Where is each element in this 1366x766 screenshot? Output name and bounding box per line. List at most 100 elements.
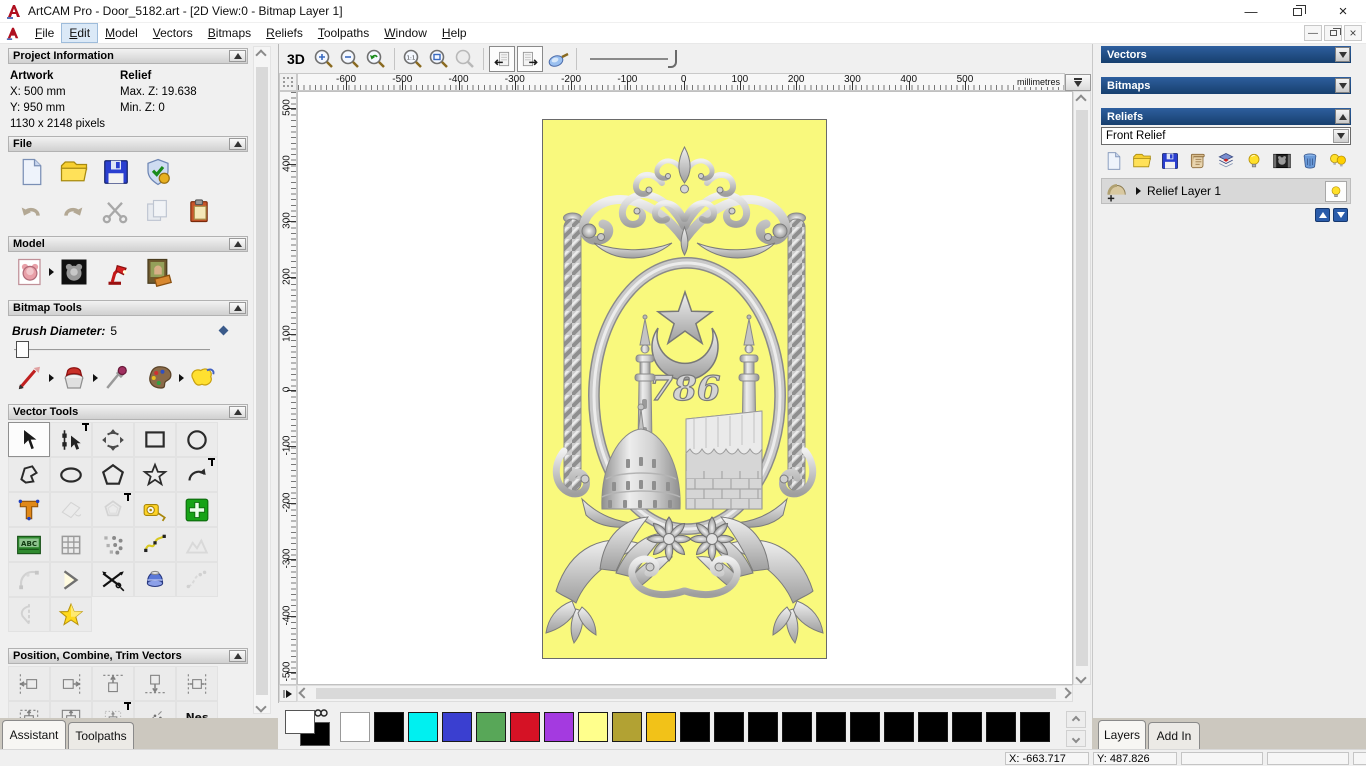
relief-layer-row[interactable]: Relief Layer 1: [1101, 178, 1351, 204]
scroll-up-icon[interactable]: [1075, 94, 1087, 106]
ruler-origin-icon[interactable]: [279, 73, 297, 91]
colour-palette-icon[interactable]: [144, 362, 176, 394]
align-centers-icon[interactable]: [50, 701, 92, 718]
palette-swatch[interactable]: [510, 712, 540, 742]
zoom-1to1-icon[interactable]: 1:1: [400, 46, 426, 72]
expand-section-button[interactable]: [1335, 78, 1350, 93]
delete-layer-icon[interactable]: [1299, 150, 1321, 172]
lighting-icon[interactable]: [100, 256, 132, 288]
link-colours-icon[interactable]: [314, 708, 328, 718]
cut-icon[interactable]: [100, 196, 130, 226]
collapse-section-button[interactable]: [229, 238, 246, 250]
center-in-page-icon[interactable]: [8, 701, 50, 718]
flyout-caret-icon[interactable]: [49, 374, 54, 382]
tab-layers[interactable]: Layers: [1098, 720, 1146, 749]
palette-swatch[interactable]: [918, 712, 948, 742]
palette-swatch[interactable]: [884, 712, 914, 742]
menu-item-edit[interactable]: Edit: [61, 23, 99, 43]
toggle-visibility-icon[interactable]: [1243, 150, 1265, 172]
block-paste-icon[interactable]: [176, 492, 218, 527]
undo-icon[interactable]: [16, 196, 46, 226]
stack-layers-icon[interactable]: [1215, 150, 1237, 172]
tab-toolpaths[interactable]: Toolpaths: [68, 722, 134, 749]
canvas-horizontal-scrollbar[interactable]: [297, 685, 1073, 702]
align-left-icon[interactable]: [8, 666, 50, 701]
vector-doctor-icon[interactable]: [50, 597, 92, 632]
scroll-left-icon[interactable]: [298, 687, 310, 699]
align-bottom-icon[interactable]: [134, 666, 176, 701]
mdi-restore-button[interactable]: [1324, 25, 1342, 41]
menu-item-window[interactable]: Window: [377, 24, 434, 42]
assistant-scrollbar[interactable]: [253, 46, 271, 714]
nest-vectors-icon[interactable]: Nes: [176, 701, 218, 718]
create-polygon-icon[interactable]: [92, 457, 134, 492]
mdi-close-button[interactable]: ×: [1344, 25, 1362, 41]
menu-item-toolpaths[interactable]: Toolpaths: [311, 24, 376, 42]
create-arc-icon[interactable]: [176, 457, 218, 492]
zoom-in-icon[interactable]: [311, 46, 337, 72]
show-all-layers-icon[interactable]: [1327, 150, 1349, 172]
measure-tool-icon[interactable]: [134, 492, 176, 527]
flyout-caret-icon[interactable]: [93, 374, 98, 382]
scroll-up-icon[interactable]: [255, 49, 267, 61]
collapse-section-button[interactable]: [229, 138, 246, 150]
save-model-icon[interactable]: [100, 156, 132, 188]
adjust-model-icon[interactable]: [14, 256, 46, 288]
palette-swatch[interactable]: [748, 712, 778, 742]
palette-swatch[interactable]: [612, 712, 642, 742]
new-model-icon[interactable]: [16, 156, 48, 188]
flyout-pin-icon[interactable]: [124, 493, 132, 502]
vertical-scroll-thumb[interactable]: [1076, 110, 1088, 666]
menu-item-vectors[interactable]: Vectors: [146, 24, 200, 42]
collapse-section-button[interactable]: [229, 650, 246, 662]
create-star-icon[interactable]: [134, 457, 176, 492]
wrap-text-icon[interactable]: ABC: [8, 527, 50, 562]
scroll-right-icon[interactable]: [1060, 687, 1072, 699]
model-properties-icon[interactable]: [142, 156, 174, 188]
zoom-out-icon[interactable]: [337, 46, 363, 72]
minimize-button[interactable]: —: [1228, 0, 1274, 23]
mdi-minimize-button[interactable]: —: [1304, 25, 1322, 41]
restore-button[interactable]: [1274, 0, 1320, 23]
ruler-toggle-icon[interactable]: [279, 685, 297, 702]
palette-swatch[interactable]: [816, 712, 846, 742]
palette-swatch[interactable]: [374, 712, 404, 742]
scroll-down-icon[interactable]: [1075, 672, 1087, 684]
offset-vector-icon[interactable]: [92, 492, 134, 527]
zoom-previous-icon[interactable]: [363, 46, 389, 72]
collapse-section-button[interactable]: [229, 406, 246, 418]
fit-polyline-icon[interactable]: [176, 562, 218, 597]
expand-section-button[interactable]: [1335, 47, 1350, 62]
invert-model-icon[interactable]: [58, 256, 90, 288]
flyout-pin-icon[interactable]: [208, 458, 216, 467]
collapse-section-button[interactable]: [229, 50, 246, 62]
create-circle-icon[interactable]: [176, 422, 218, 457]
door-relief-artwork[interactable]: 786: [542, 119, 827, 659]
assistant-scrollbar-thumb[interactable]: [256, 67, 268, 695]
tab-assistant[interactable]: Assistant: [2, 720, 66, 749]
prev-layer-icon[interactable]: [488, 46, 515, 72]
palette-swatch[interactable]: [850, 712, 880, 742]
center-horizontal-icon[interactable]: [176, 666, 218, 701]
paint-brush-icon[interactable]: [14, 362, 46, 394]
load-image-icon[interactable]: [142, 256, 174, 288]
new-relief-layer-icon[interactable]: [1103, 150, 1125, 172]
select-vectors-icon[interactable]: [8, 422, 50, 457]
flyout-pin-icon[interactable]: [124, 702, 132, 711]
smooth-vectors-icon[interactable]: [176, 527, 218, 562]
flyout-caret-icon[interactable]: [49, 268, 54, 276]
collapse-section-button[interactable]: [229, 302, 246, 314]
palette-swatch[interactable]: [714, 712, 744, 742]
palette-swatch[interactable]: [340, 712, 370, 742]
zoom-slider-handle[interactable]: [667, 50, 677, 68]
scatter-vectors-icon[interactable]: [134, 701, 176, 718]
menu-item-bitmaps[interactable]: Bitmaps: [201, 24, 258, 42]
create-text-icon[interactable]: [8, 492, 50, 527]
menu-item-help[interactable]: Help: [435, 24, 474, 42]
layer-expand-caret[interactable]: [1136, 187, 1141, 195]
collapse-section-button[interactable]: [1335, 109, 1350, 124]
flyout-pin-icon[interactable]: [82, 423, 90, 432]
palette-swatch[interactable]: [408, 712, 438, 742]
flood-fill-icon[interactable]: [58, 362, 90, 394]
palette-swatch[interactable]: [646, 712, 676, 742]
